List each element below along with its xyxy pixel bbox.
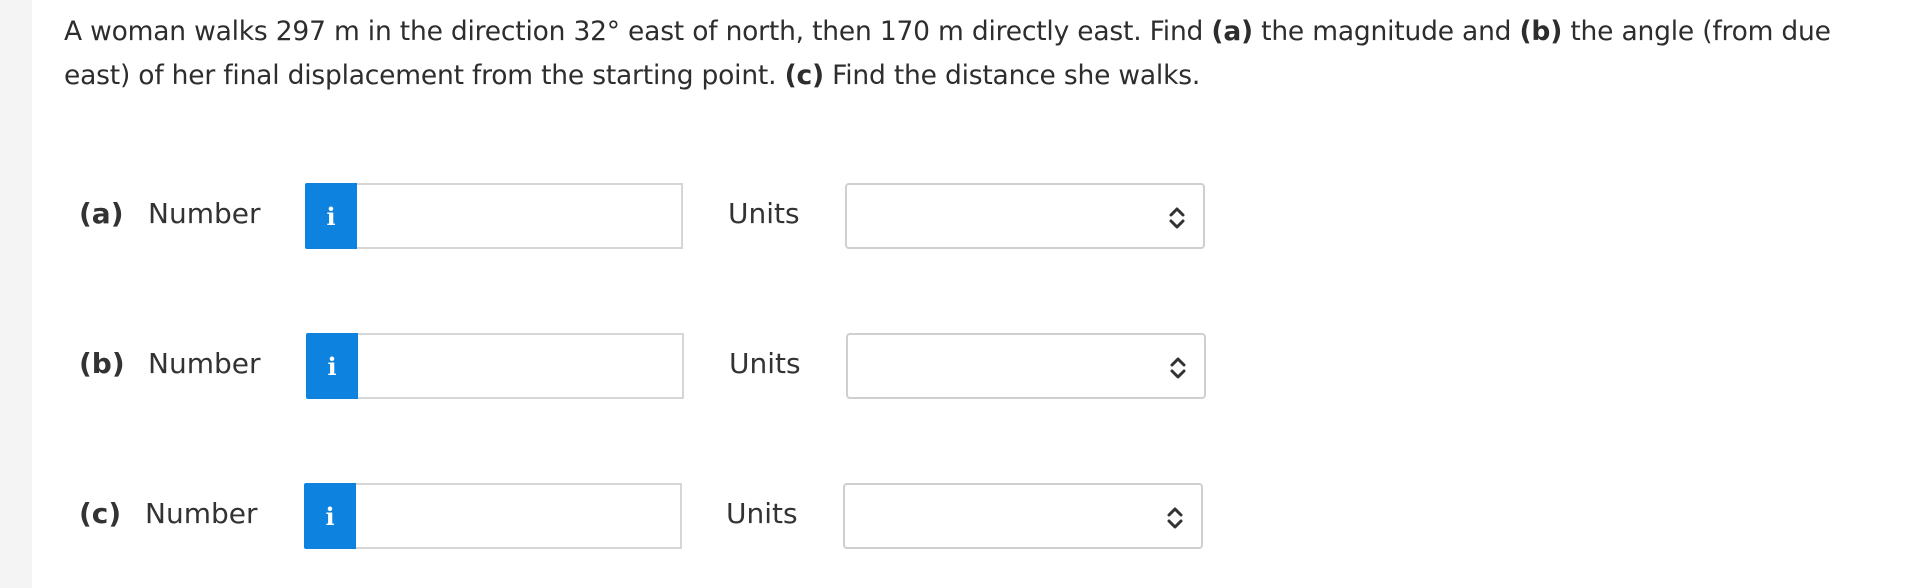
part-label-c: (c) xyxy=(79,497,122,530)
question-part-b-marker: (b) xyxy=(1519,16,1563,47)
info-button-c[interactable]: i xyxy=(304,483,356,549)
question-text-part: A woman walks 297 m in the direction 32°… xyxy=(64,16,1212,47)
chevron-up-down-icon xyxy=(1167,507,1183,529)
units-select-b[interactable] xyxy=(846,333,1206,399)
question-text: A woman walks 297 m in the direction 32°… xyxy=(64,10,1894,98)
units-select-c[interactable] xyxy=(843,483,1203,549)
answer-row-a: (a) Number i Units xyxy=(0,183,1250,249)
number-label-c: Number xyxy=(145,497,258,530)
question-text-part: the magnitude and xyxy=(1252,16,1520,47)
number-label-b: Number xyxy=(148,347,261,380)
part-label-a: (a) xyxy=(79,197,124,230)
number-input-b[interactable] xyxy=(358,333,684,399)
number-input-a[interactable] xyxy=(357,183,683,249)
number-input-c[interactable] xyxy=(356,483,682,549)
question-part-a-marker: (a) xyxy=(1211,16,1253,47)
question-part-c-marker: (c) xyxy=(784,60,825,91)
number-label-a: Number xyxy=(148,197,261,230)
info-icon: i xyxy=(327,351,337,381)
part-label-b: (b) xyxy=(79,347,125,380)
chevron-up-down-icon xyxy=(1169,207,1185,229)
answer-row-c: (c) Number i Units xyxy=(0,483,1250,549)
units-select-a[interactable] xyxy=(845,183,1205,249)
units-label-b: Units xyxy=(729,347,801,380)
chevron-up-down-icon xyxy=(1170,357,1186,379)
info-button-b[interactable]: i xyxy=(306,333,358,399)
info-button-a[interactable]: i xyxy=(305,183,357,249)
units-label-c: Units xyxy=(726,497,798,530)
units-label-a: Units xyxy=(728,197,800,230)
info-icon: i xyxy=(325,501,335,531)
info-icon: i xyxy=(326,201,336,231)
question-text-part: Find the distance she walks. xyxy=(823,60,1201,91)
answer-row-b: (b) Number i Units xyxy=(0,333,1250,399)
